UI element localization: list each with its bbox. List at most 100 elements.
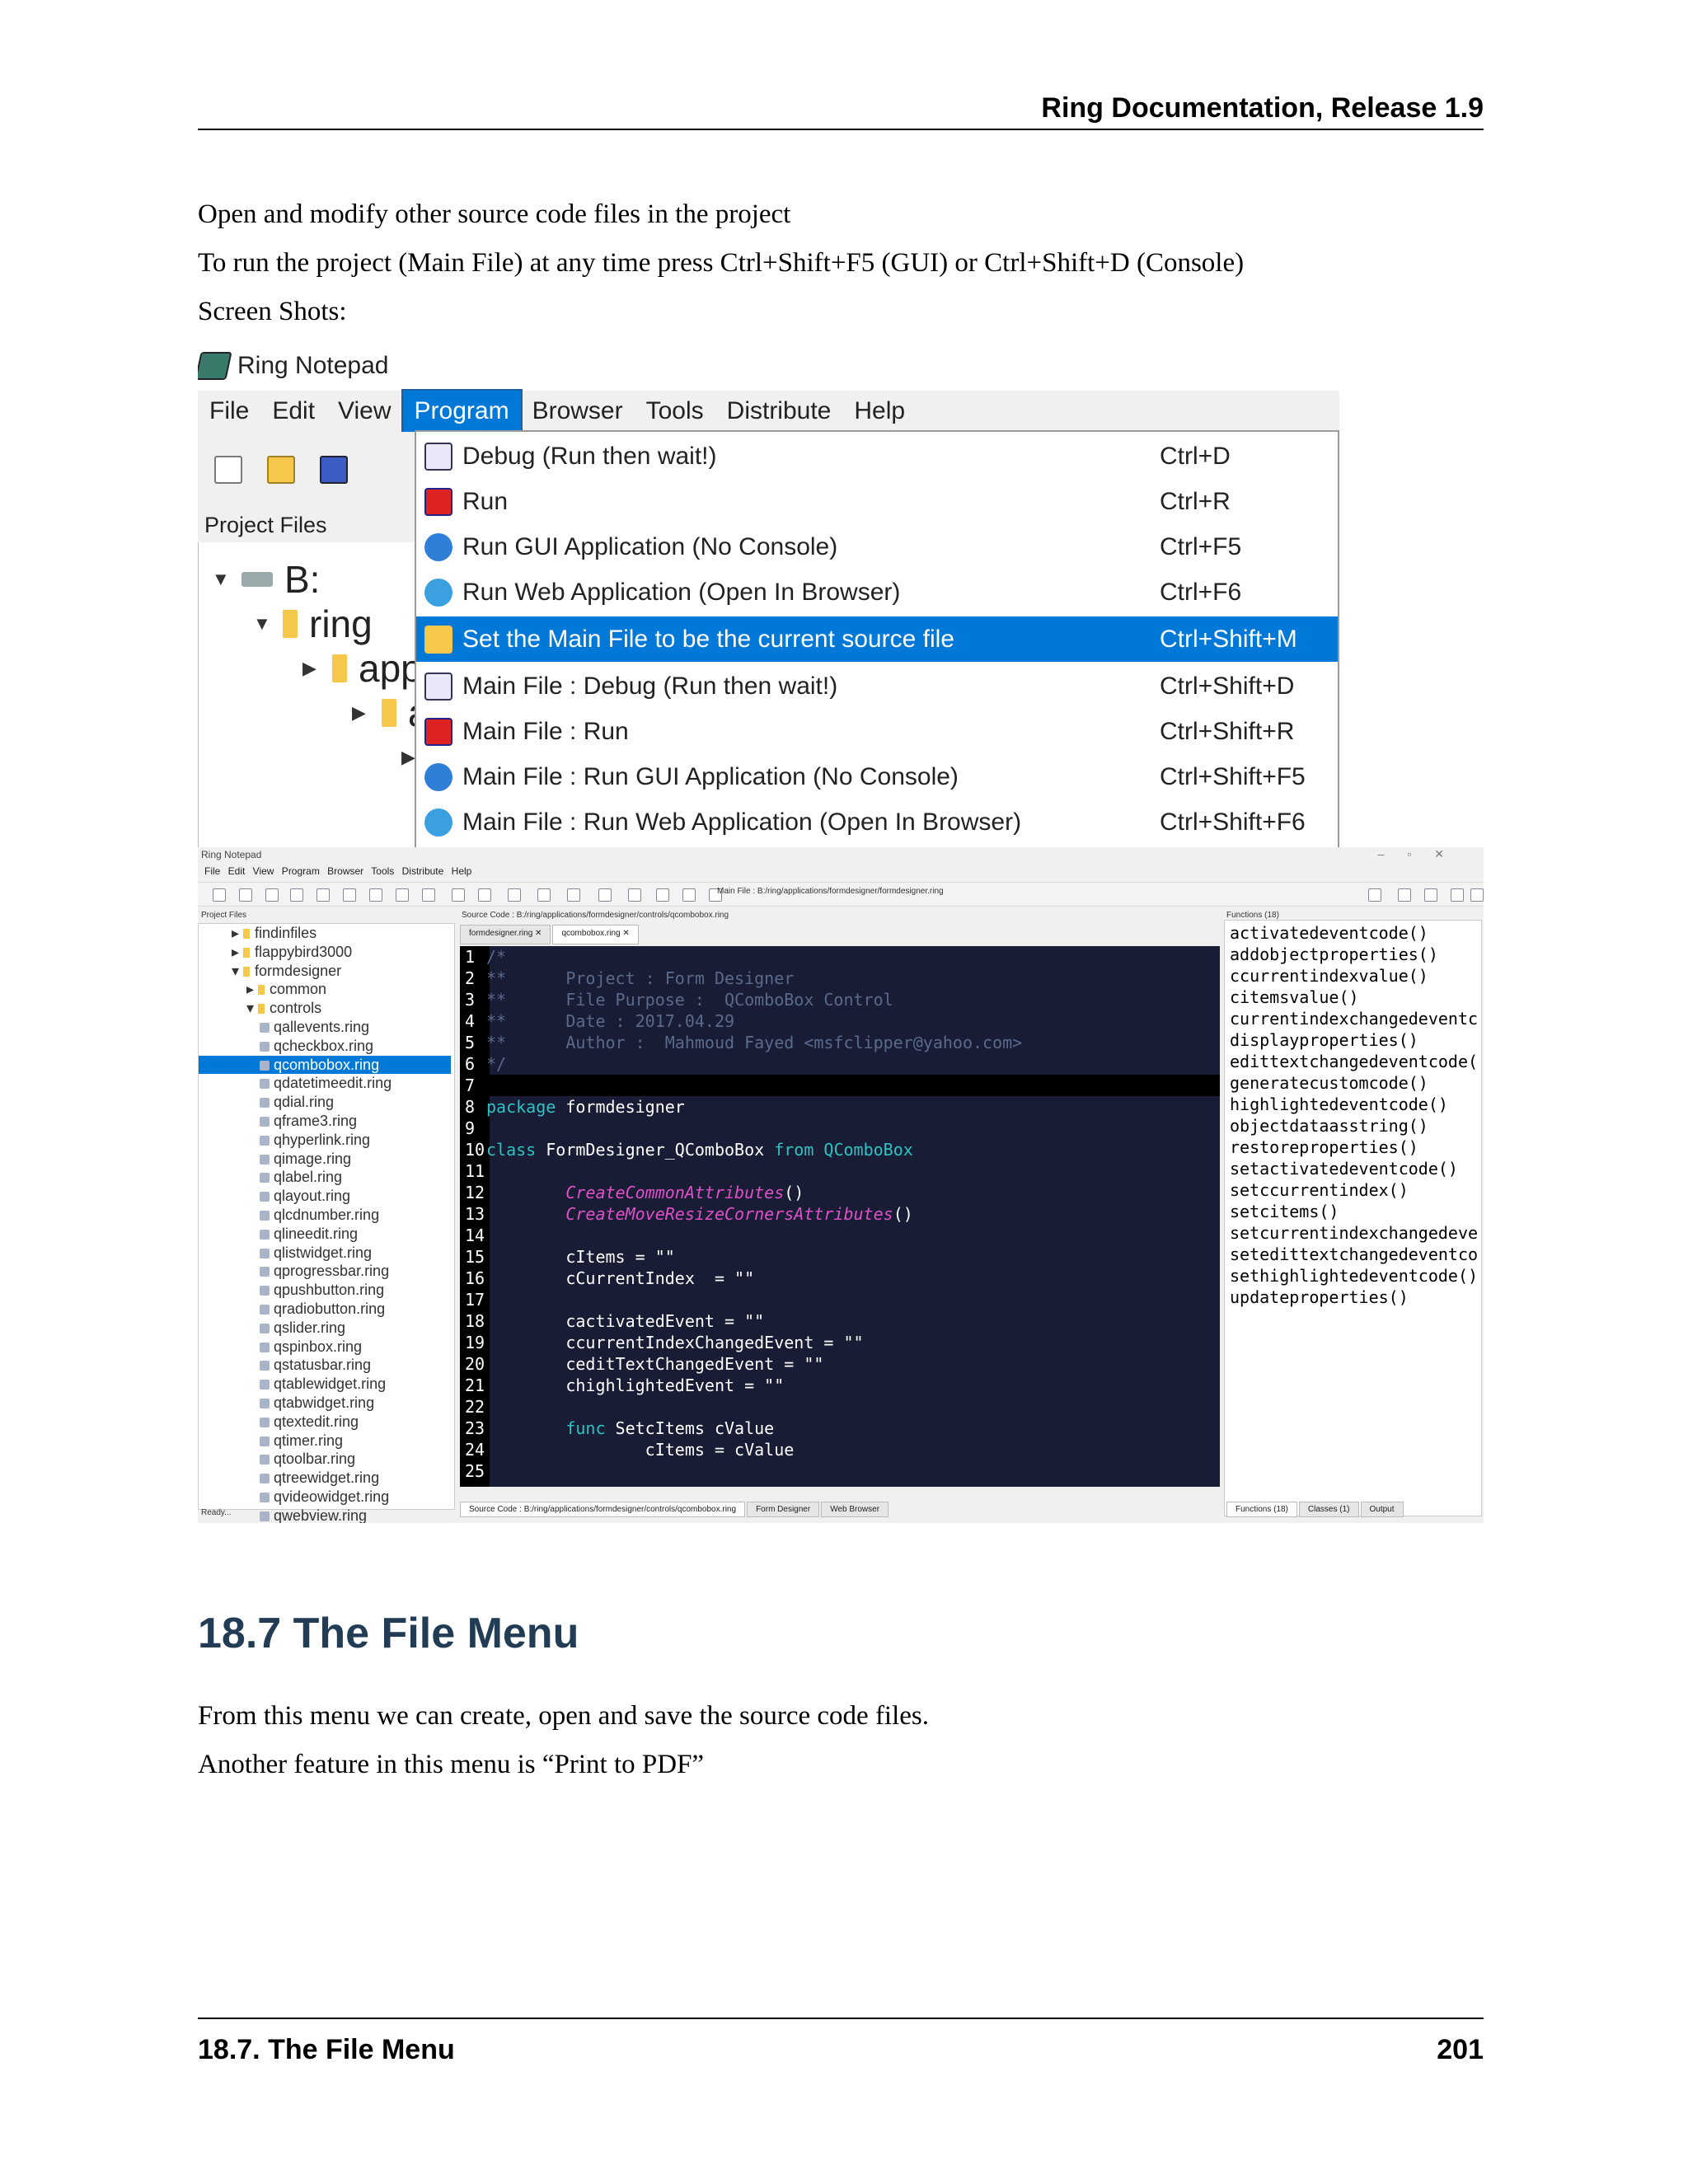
- new-file-icon[interactable]: [214, 456, 242, 484]
- file-item[interactable]: qtoolbar.ring: [260, 1450, 355, 1468]
- folder-item[interactable]: ▸ flappybird3000: [232, 943, 352, 961]
- bottom-tab[interactable]: Source Code : B:/ring/applications/formd…: [460, 1502, 746, 1517]
- file-item[interactable]: qtreewidget.ring: [260, 1469, 379, 1487]
- function-item[interactable]: highlightedeventcode(): [1230, 1094, 1448, 1115]
- close-icon[interactable]: ✕: [621, 929, 629, 938]
- file-item[interactable]: qtabwidget.ring: [260, 1394, 374, 1412]
- right-panel-tab[interactable]: Output: [1360, 1502, 1404, 1517]
- right-panel-tab[interactable]: Functions (18): [1226, 1502, 1297, 1517]
- toolbar-button-icon[interactable]: [343, 888, 356, 902]
- expand-arrow-icon[interactable]: ▼: [253, 613, 271, 635]
- expand-arrow-icon[interactable]: ▾: [246, 1000, 258, 1016]
- editor-tab[interactable]: qcombobox.ring ✕: [552, 925, 639, 944]
- menu-distribute[interactable]: Distribute: [715, 391, 843, 432]
- folder-item[interactable]: ▾ controls: [246, 999, 321, 1017]
- function-item[interactable]: displayproperties(): [1230, 1029, 1418, 1051]
- menu-help[interactable]: Help: [842, 391, 917, 432]
- collapse-arrow-icon[interactable]: ▸: [232, 944, 243, 960]
- file-item[interactable]: qslider.ring: [260, 1319, 345, 1337]
- menu-tools[interactable]: Tools: [635, 391, 715, 432]
- toolbar-button-icon[interactable]: [478, 888, 491, 902]
- toolbar-button-icon[interactable]: [369, 888, 382, 902]
- code-editor[interactable]: 1 /* 2 ** Project : Form Designer 3 ** File P…: [460, 946, 1220, 1487]
- menu-file[interactable]: File: [198, 391, 260, 432]
- function-item[interactable]: ccurrentindexvalue(): [1230, 965, 1428, 987]
- collapse-arrow-icon[interactable]: ▸: [232, 925, 243, 941]
- file-item[interactable]: qstatusbar.ring: [260, 1356, 371, 1374]
- toolbar-button-icon[interactable]: [537, 888, 551, 902]
- file-item[interactable]: qcombobox.ring: [199, 1055, 451, 1074]
- right-panel-tab[interactable]: Classes (1): [1298, 1502, 1359, 1517]
- toolbar-button-icon[interactable]: [396, 888, 409, 902]
- function-item[interactable]: setccurrentindex(): [1230, 1179, 1409, 1201]
- file-item[interactable]: qlistwidget.ring: [260, 1244, 372, 1262]
- toolbar-button-icon[interactable]: [452, 888, 465, 902]
- menu-item[interactable]: Debug (Run then wait!) Ctrl+D: [416, 434, 1338, 479]
- file-item[interactable]: qlineedit.ring: [260, 1225, 358, 1243]
- toolbar-button-icon[interactable]: [508, 888, 521, 902]
- file-item[interactable]: qhyperlink.ring: [260, 1131, 370, 1149]
- tree-item[interactable]: ▼ B:: [212, 557, 320, 602]
- collapse-arrow-icon[interactable]: ▶: [302, 658, 321, 679]
- menu-item[interactable]: Set the Main File to be the current sour…: [416, 616, 1338, 662]
- file-item[interactable]: qlabel.ring: [260, 1168, 342, 1186]
- menu-item[interactable]: Run Web Application (Open In Browser) Ctr…: [416, 569, 1338, 615]
- tree-item[interactable]: ▼ ring: [253, 602, 373, 646]
- file-item[interactable]: qvideowidget.ring: [260, 1488, 389, 1506]
- folder-item[interactable]: ▸ findinfiles: [232, 924, 316, 942]
- function-item[interactable]: setactivatedeventcode(): [1230, 1158, 1458, 1179]
- file-item[interactable]: qallevents.ring: [260, 1018, 369, 1036]
- function-item[interactable]: activatedeventcode(): [1230, 922, 1428, 944]
- toolbar-button-icon[interactable]: [1424, 888, 1437, 902]
- menu-item[interactable]: Main File : Debug (Run then wait!) Ctrl+S…: [416, 663, 1338, 709]
- file-item[interactable]: qtextedit.ring: [260, 1413, 359, 1431]
- toolbar-button-icon[interactable]: [628, 888, 641, 902]
- menu-program[interactable]: Program: [401, 389, 523, 434]
- collapse-arrow-icon[interactable]: ▸: [246, 981, 258, 997]
- toolbar-button-icon[interactable]: [290, 888, 303, 902]
- file-item[interactable]: qprogressbar.ring: [260, 1262, 389, 1280]
- menu-item[interactable]: Main File : Run Ctrl+Shift+R: [416, 709, 1338, 754]
- window-controls[interactable]: –▫✕: [1378, 847, 1467, 861]
- bottom-tab[interactable]: Web Browser: [821, 1502, 889, 1517]
- function-item[interactable]: objectdataasstring(): [1230, 1115, 1428, 1137]
- expand-arrow-icon[interactable]: ▾: [232, 963, 243, 979]
- file-item[interactable]: qlcdnumber.ring: [260, 1206, 379, 1224]
- file-item[interactable]: qwebview.ring: [260, 1507, 367, 1523]
- toolbar-button-icon[interactable]: [598, 888, 612, 902]
- file-item[interactable]: qlayout.ring: [260, 1187, 350, 1205]
- menubar[interactable]: File Edit View Program Browser Tools Dis…: [204, 865, 471, 877]
- file-item[interactable]: qdatetimeedit.ring: [260, 1074, 392, 1092]
- toolbar-button-icon[interactable]: [239, 888, 252, 902]
- toolbar-button-icon[interactable]: [682, 888, 696, 902]
- menu-item[interactable]: Run GUI Application (No Console) Ctrl+F5: [416, 524, 1338, 569]
- function-item[interactable]: updateproperties(): [1230, 1286, 1409, 1308]
- toolbar-button-icon[interactable]: [1368, 888, 1381, 902]
- tree-item[interactable]: ▶ app: [302, 646, 422, 691]
- function-item[interactable]: citemsvalue(): [1230, 987, 1359, 1008]
- collapse-arrow-icon[interactable]: ▶: [352, 702, 370, 724]
- toolbar-button-icon[interactable]: [316, 888, 330, 902]
- toolbar-button-icon[interactable]: [422, 888, 435, 902]
- function-item[interactable]: restoreproperties(): [1230, 1137, 1418, 1158]
- toolbar-button-icon[interactable]: [656, 888, 669, 902]
- expand-arrow-icon[interactable]: ▼: [212, 569, 230, 590]
- toolbar-button-icon[interactable]: [1470, 888, 1484, 902]
- toolbar-button-icon[interactable]: [265, 888, 279, 902]
- menu-item[interactable]: Run Ctrl+R: [416, 479, 1338, 524]
- toolbar-button-icon[interactable]: [213, 888, 226, 902]
- close-icon[interactable]: ✕: [532, 929, 542, 938]
- function-item[interactable]: setcurrentindexchangedeve: [1230, 1222, 1478, 1244]
- bottom-tab[interactable]: Form Designer: [747, 1502, 820, 1517]
- file-item[interactable]: qimage.ring: [260, 1150, 351, 1168]
- menu-browser[interactable]: Browser: [521, 391, 635, 432]
- function-item[interactable]: generatecustomcode(): [1230, 1072, 1428, 1094]
- save-icon[interactable]: [320, 456, 348, 484]
- toolbar-button-icon[interactable]: [567, 888, 580, 902]
- file-item[interactable]: qtimer.ring: [260, 1432, 343, 1450]
- function-item[interactable]: addobjectproperties(): [1230, 944, 1438, 965]
- file-item[interactable]: qradiobutton.ring: [260, 1300, 385, 1318]
- file-item[interactable]: qtablewidget.ring: [260, 1375, 386, 1393]
- function-item[interactable]: edittextchangedeventcode(: [1230, 1051, 1478, 1072]
- open-folder-icon[interactable]: [267, 456, 295, 484]
